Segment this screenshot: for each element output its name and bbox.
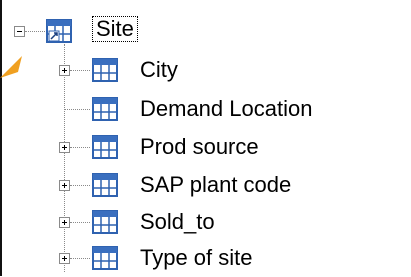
node-label[interactable]: Sold_to: [140, 209, 215, 235]
table-icon: [92, 58, 118, 82]
linked-table-icon: [46, 19, 72, 43]
tree-node-sold-to[interactable]: Sold_to: [56, 205, 396, 241]
tree-view: Site City Demand Location Prod source SA…: [0, 0, 411, 276]
node-label[interactable]: Prod source: [140, 134, 259, 160]
tree-node-demand-location[interactable]: Demand Location: [56, 92, 396, 128]
node-label[interactable]: SAP plant code: [140, 172, 291, 198]
tree-node-root[interactable]: Site: [12, 14, 212, 50]
expand-toggle[interactable]: [59, 217, 70, 228]
table-icon: [92, 173, 118, 197]
node-label[interactable]: City: [140, 57, 178, 83]
expand-toggle[interactable]: [59, 142, 70, 153]
expand-toggle[interactable]: [59, 65, 70, 76]
root-label[interactable]: Site: [92, 16, 138, 42]
table-icon: [92, 135, 118, 159]
table-icon: [92, 97, 118, 121]
collapse-toggle[interactable]: [14, 26, 25, 37]
tree-node-sap-plant-code[interactable]: SAP plant code: [56, 168, 396, 204]
node-label[interactable]: Demand Location: [140, 96, 312, 122]
tree-node-city[interactable]: City: [56, 53, 396, 89]
expand-toggle[interactable]: [59, 253, 70, 264]
node-label[interactable]: Type of site: [140, 245, 253, 271]
expand-toggle[interactable]: [59, 180, 70, 191]
tree-node-prod-source[interactable]: Prod source: [56, 130, 396, 166]
table-icon: [92, 210, 118, 234]
tree-node-type-of-site[interactable]: Type of site: [56, 241, 396, 277]
table-icon: [92, 246, 118, 270]
